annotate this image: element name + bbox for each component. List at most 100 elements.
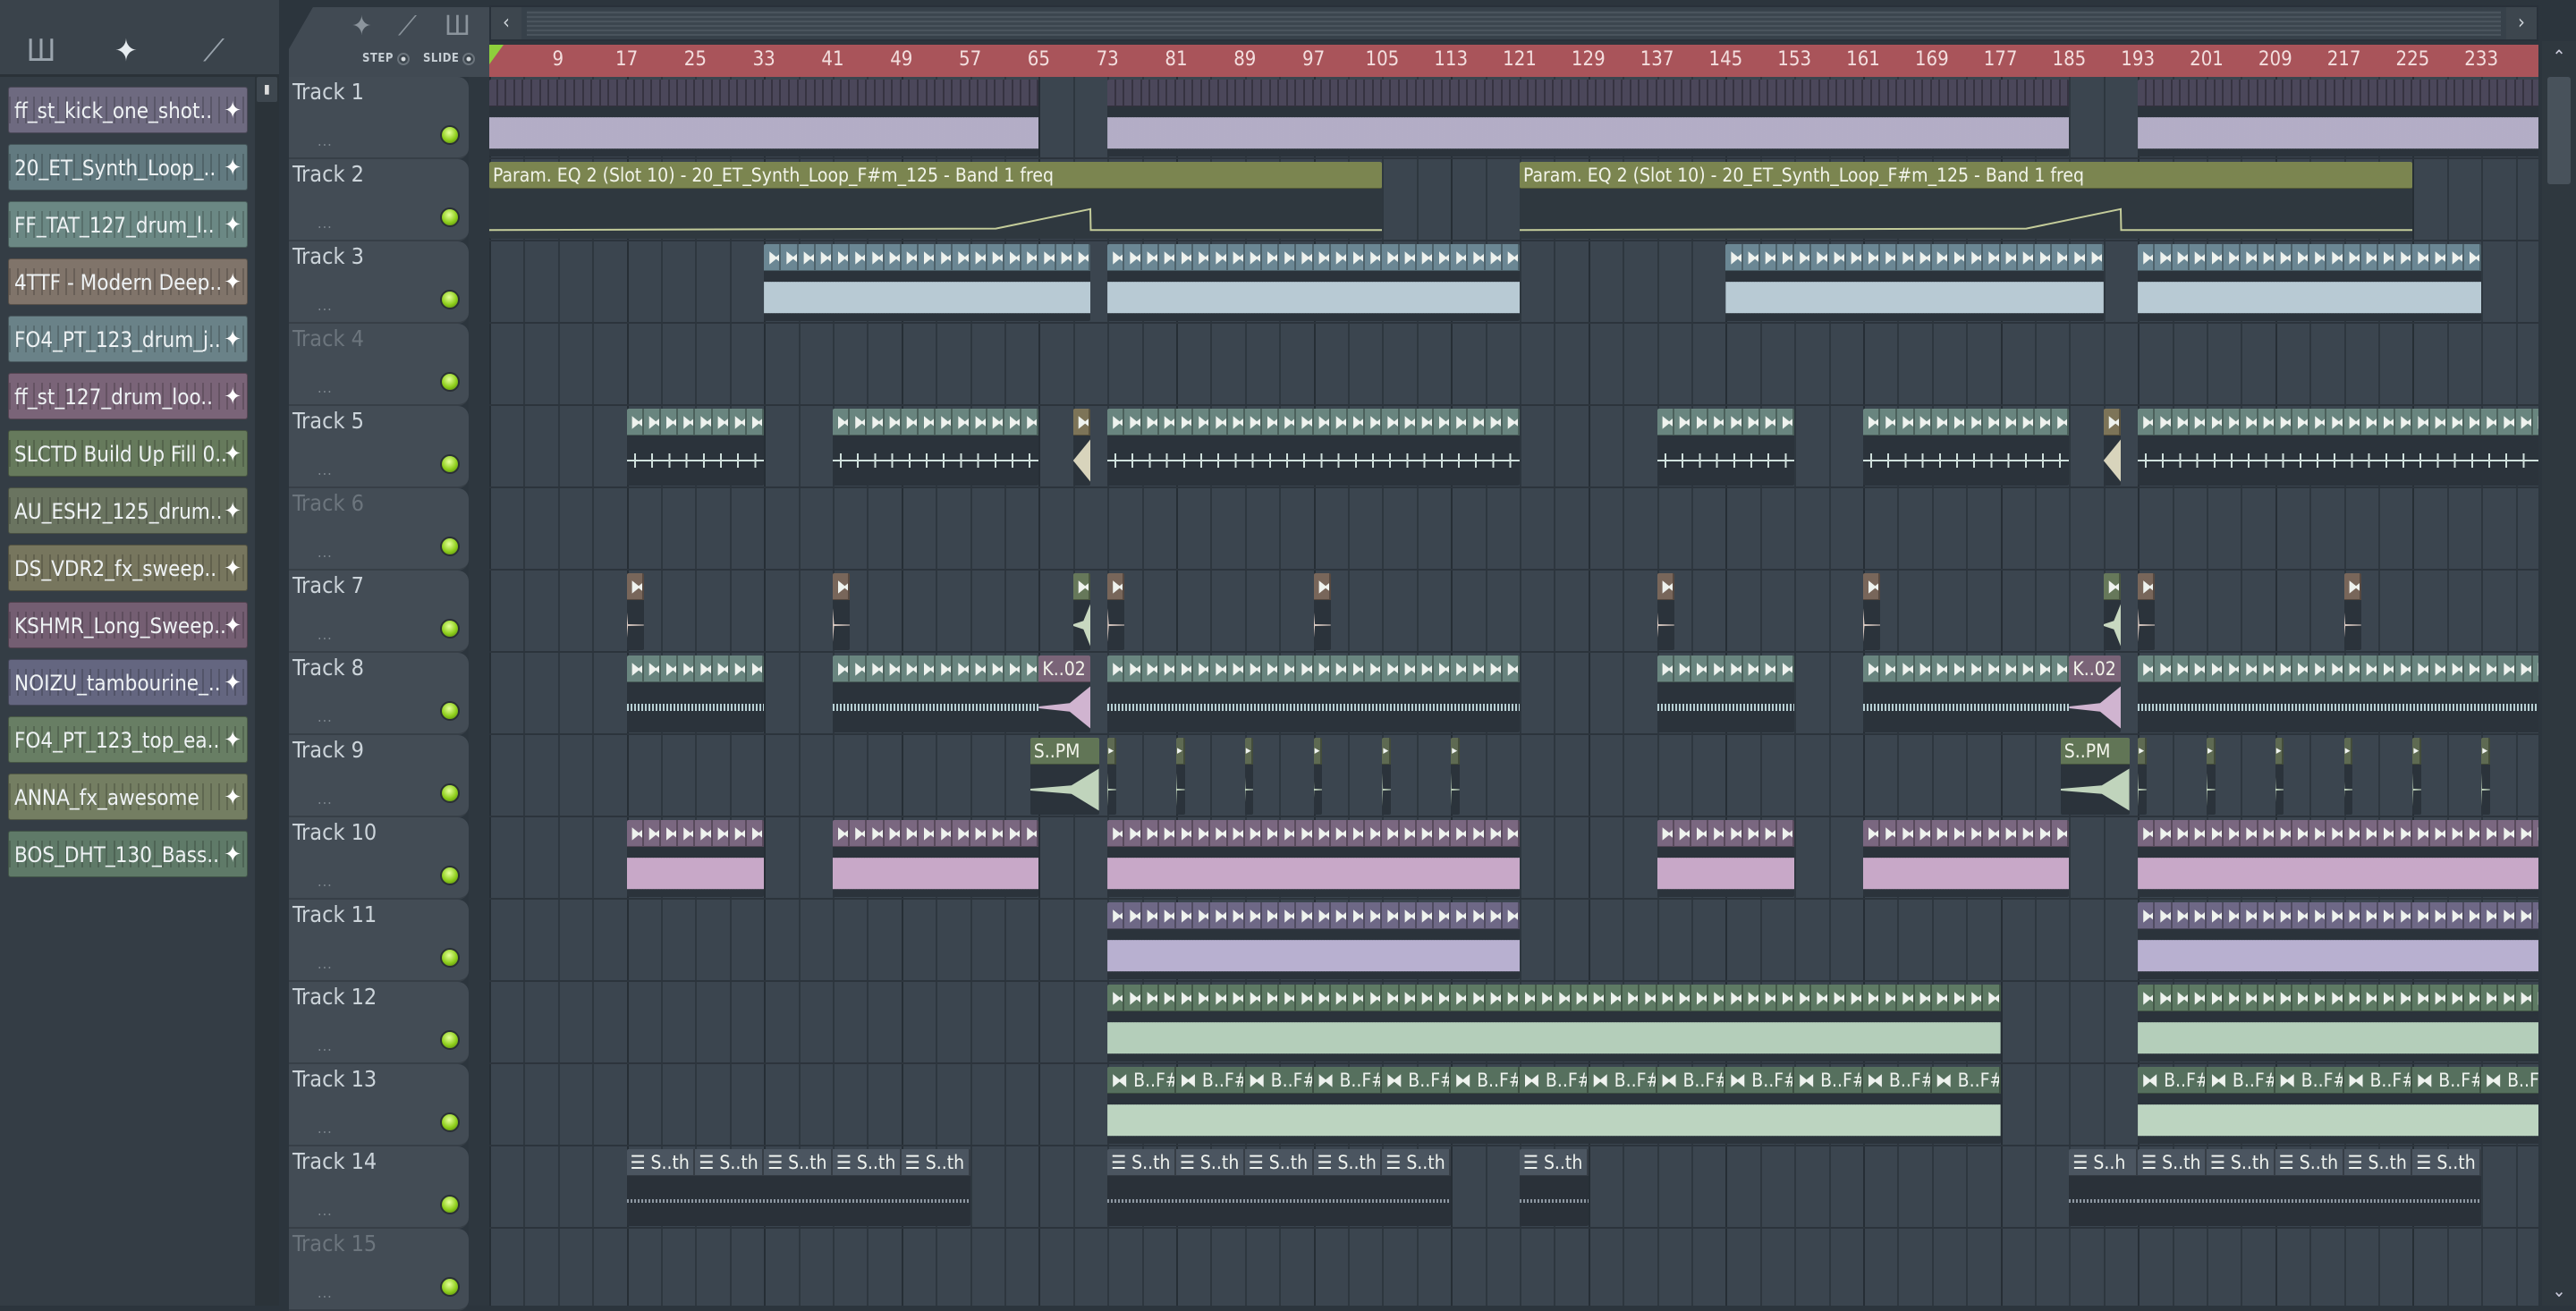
clip-segment[interactable]: ⧓ [2138,985,2156,1011]
clip-segment[interactable] [2035,80,2044,106]
clip-segment[interactable]: ⧓ [764,244,782,270]
audio-clip[interactable]: ▸ [1176,738,1185,815]
slide-radio[interactable] [462,52,476,65]
clip-segment[interactable] [1889,80,1898,106]
clip-segment[interactable] [1142,80,1151,106]
clip-segment[interactable] [1116,80,1125,106]
scroll-right-button[interactable]: › [2506,7,2537,39]
clip-segment[interactable]: ⧓ [2207,656,2224,681]
clip-segment[interactable]: ⧓ [661,820,679,846]
clip-segment[interactable] [2224,80,2233,106]
clip-header[interactable]: ▸ [2275,738,2284,765]
clip-segment[interactable] [919,80,928,106]
clip-segment[interactable]: ⧓ [1486,656,1503,681]
clip-segment[interactable] [2292,80,2301,106]
clip-segment[interactable]: ⧓ [2344,573,2361,599]
clip-segment[interactable]: ⧓ [1176,985,1194,1011]
track-header[interactable]: Track 3... [289,241,469,324]
clip-segment[interactable]: ⧓ [1743,985,1760,1011]
clip-segment[interactable] [2164,80,2173,106]
clip-segment[interactable]: ⧓ B..F# [1107,1067,1176,1093]
clip-segment[interactable] [2404,80,2413,106]
clip-segment[interactable] [618,80,627,106]
clip-segment[interactable]: ⧓ [1314,985,1331,1011]
clip-segment[interactable]: ⧓ [661,409,679,435]
clip-segment[interactable] [2318,80,2327,106]
browser-item[interactable]: KSHMR_Long_Sweep.. ✦ [8,602,248,648]
clip-segment[interactable] [1219,80,1228,106]
clip-segment[interactable]: ⧓ [1073,244,1090,270]
clip-segment[interactable]: ⧓ [867,820,885,846]
audio-clip[interactable]: ⧓ [626,573,644,650]
clip-segment[interactable]: ⧓ [1966,244,1984,270]
clip-segment[interactable] [2361,80,2370,106]
clip-segment[interactable] [1520,80,1529,106]
clip-segment[interactable] [1185,80,1194,106]
clip-segment[interactable] [1897,80,1906,106]
clip-segment[interactable] [1021,80,1030,106]
clip-segment[interactable]: ⧓ [1348,902,1366,928]
clip-header[interactable]: ⧓⧓⧓⧓⧓⧓⧓⧓⧓⧓⧓⧓⧓⧓⧓⧓⧓⧓⧓⧓⧓⧓⧓⧓ [2138,656,2538,682]
clip-segment[interactable]: ⧓ [2378,985,2396,1011]
clip-segment[interactable]: ▸ [2138,738,2147,764]
clip-segment[interactable]: ⧓ B..F# [2344,1067,2413,1093]
track-mute-led[interactable] [440,207,460,227]
track-mute-led[interactable] [440,701,460,721]
clip-header[interactable]: ⧓⧓⧓⧓⧓⧓⧓⧓⧓⧓⧓⧓ [833,656,1039,682]
clip-header[interactable]: ▸ [1107,738,1116,765]
clip-segment[interactable] [953,80,962,106]
clip-segment[interactable]: ⧓ [2395,902,2413,928]
clip-segment[interactable] [1124,80,1133,106]
audio-clip[interactable]: S..PM [1030,738,1099,815]
clip-segment[interactable]: ⧓ [1674,656,1691,681]
clip-segment[interactable]: ⧓ [1897,985,1915,1011]
clip-header[interactable] [2138,80,2538,106]
clip-segment[interactable] [1408,80,1417,106]
clip-segment[interactable]: ⧓ [2447,244,2464,270]
clip-segment[interactable]: ⧓ [1503,409,1520,435]
clip-segment[interactable]: ⧓ [1004,409,1022,435]
clip-header[interactable]: S..PM [1030,738,1099,765]
clip-segment[interactable]: ⧓ [2001,244,2018,270]
clip-segment[interactable] [627,80,636,106]
clip-segment[interactable] [1631,80,1640,106]
track-more-button[interactable]: ... [318,379,333,396]
clip-segment[interactable]: ⧓ [1451,656,1469,681]
clip-segment[interactable]: ⧓ [1056,244,1073,270]
clip-segment[interactable]: ⧓ B..F# [1725,1067,1795,1093]
clip-segment[interactable] [1992,80,2001,106]
clip-segment[interactable]: ⧓ [1331,244,1348,270]
audio-clip[interactable]: ⧓ [2138,573,2156,650]
clip-segment[interactable] [558,80,567,106]
clip-segment[interactable] [1983,80,1992,106]
clip-segment[interactable] [979,80,987,106]
clip-segment[interactable]: ⧓ [1743,244,1760,270]
track-header[interactable]: Track 2... [289,159,469,241]
clip-segment[interactable] [2258,80,2267,106]
clip-segment[interactable]: ⧓ [1880,244,1898,270]
clip-segment[interactable]: ⧓ [1400,820,1417,846]
track-header[interactable]: Track 1... [289,77,469,159]
browser-item[interactable]: FF_TAT_127_drum_l.. ✦ [8,201,248,248]
clip-segment[interactable]: ⧓ [2395,985,2413,1011]
clip-segment[interactable]: ⧓ [2035,244,2053,270]
audio-clip[interactable]: K..02 [1038,656,1090,732]
clip-segment[interactable]: ⧓ [867,244,885,270]
clip-segment[interactable] [1210,80,1219,106]
clip-segment[interactable]: ⧓ [2412,409,2430,435]
clip-segment[interactable]: ⧓ [2378,820,2396,846]
clip-segment[interactable]: ⧓ [2001,820,2018,846]
clip-segment[interactable]: ⧓ [833,409,851,435]
clip-segment[interactable]: ⧓ [730,409,747,435]
clip-segment[interactable] [2138,80,2147,106]
clip-segment[interactable]: ⧓ [1159,409,1176,435]
clip-segment[interactable]: ⧓ B..F# [2207,1067,2275,1093]
clip-segment[interactable]: ⧓ [1365,409,1383,435]
clip-segment[interactable] [945,80,953,106]
track-more-button[interactable]: ... [318,1120,333,1137]
clip-segment[interactable]: ⧓ [2516,656,2533,681]
audio-clip[interactable]: ▸ [2138,738,2147,815]
clip-segment[interactable]: ⧓ [1124,902,1142,928]
clip-segment[interactable]: ⧓ [2378,656,2396,681]
clip-segment[interactable] [1640,80,1648,106]
